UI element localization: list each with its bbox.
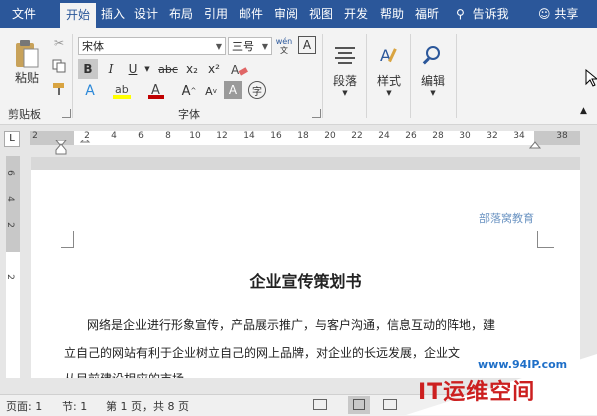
tell-me-box[interactable]: ⚲ 告诉我 [456,0,509,28]
status-section[interactable]: 节: 1 [62,398,87,414]
status-page-count[interactable]: 第 1 页，共 8 页 [106,398,189,414]
tab-review[interactable]: 审阅 [271,0,301,28]
tab-layout[interactable]: 布局 [166,0,196,28]
tab-view[interactable]: 视图 [306,0,336,28]
divider [322,34,323,118]
tab-design[interactable]: 设计 [131,0,161,28]
horizontal-ruler[interactable]: 2 2 4 6 8 10 12 14 16 18 20 22 24 26 28 … [30,131,580,145]
subscript-button[interactable]: x₂ [182,59,202,79]
user-icon: ☺ [538,7,551,21]
clipboard-icon [16,39,39,67]
enclose-characters-icon[interactable]: 字 [248,81,266,99]
chevron-down-icon: ▼ [261,42,268,51]
mouse-cursor-icon [585,69,597,87]
divider [72,34,73,118]
chevron-down-icon: ▼ [430,88,436,97]
svg-text:A: A [380,46,391,65]
chevron-down-icon[interactable]: ▼ [142,59,152,79]
indent-markers[interactable] [24,140,104,158]
divider [456,34,457,118]
read-mode-icon[interactable] [313,399,327,410]
underline-button[interactable]: U [124,59,142,79]
share-button[interactable]: ☺ 共享 [538,0,578,28]
italic-button[interactable]: I [101,59,121,79]
tab-foxit[interactable]: 福昕 [412,0,442,28]
tab-stop-selector[interactable]: L [4,131,20,147]
chevron-down-icon: ▼ [342,88,348,97]
svg-text:A: A [231,63,240,77]
chevron-down-icon: ▼ [215,42,222,51]
editing-button[interactable]: 编辑 ▼ [416,34,450,106]
paste-button[interactable]: 粘贴 [8,34,46,90]
font-launcher[interactable] [312,109,321,118]
tab-file[interactable]: 文件 [4,0,44,28]
clear-formatting-icon[interactable]: A [228,59,250,79]
paragraph-icon [335,46,355,64]
ribbon-tab-bar: 文件 开始 插入 设计 布局 引用 邮件 审阅 视图 开发 帮助 福昕 ⚲ 告诉… [0,0,597,28]
page-gap [31,157,580,170]
divider [410,34,411,118]
search-icon [422,45,440,65]
phonetic-guide-icon[interactable]: wén 文 [274,36,294,56]
tab-developer[interactable]: 开发 [341,0,371,28]
tab-mailings[interactable]: 邮件 [236,0,266,28]
search-icon: ⚲ [456,7,465,21]
superscript-button[interactable]: x² [204,59,224,79]
cut-icon[interactable]: ✂ [50,34,68,52]
tab-insert[interactable]: 插入 [98,0,128,28]
right-indent-marker[interactable] [528,140,542,154]
ribbon-home: 粘贴 ✂ 剪贴板 宋体 ▼ 三号 ▼ wén 文 A B I U ▼ abc x₂ x… [0,28,597,125]
format-painter-icon[interactable] [50,80,68,98]
font-group-label: 字体 [178,108,200,121]
character-shading-icon[interactable]: A [224,81,242,99]
header-corner-left [61,231,74,248]
strikethrough-button[interactable]: abc [156,59,180,79]
bold-button[interactable]: B [78,59,98,79]
character-border-icon[interactable]: A [298,36,316,54]
tab-help[interactable]: 帮助 [377,0,407,28]
vertical-ruler[interactable]: 6 4 2 2 [5,156,20,378]
grow-font-icon[interactable]: A ^ [180,81,198,101]
watermark-brand: IT运维空间 [418,380,536,405]
collapse-ribbon-icon[interactable]: ▲ [580,106,587,116]
svg-text:ab: ab [115,83,129,96]
document-page[interactable]: 部落窝教育 企业宣传策划书 网络是企业进行形象宣传，产品展示推广，与客户沟通，信… [31,170,580,378]
header-text: 部落窝教育 [479,212,534,225]
font-color-icon[interactable]: A [144,81,168,101]
divider [366,34,367,118]
styles-icon: A [380,46,397,65]
document-title: 企业宣传策划书 [249,272,362,291]
header-corner-right [537,231,554,248]
clipboard-group-label: 剪贴板 [8,108,41,121]
status-page[interactable]: 页面: 1 [6,398,42,414]
tab-home[interactable]: 开始 [60,3,96,28]
highlight-color-icon[interactable]: ab [110,81,134,101]
copy-icon[interactable] [50,57,68,75]
styles-button[interactable]: A 样式 ▼ [372,34,406,106]
watermark-url: www.94IP.com [478,358,568,371]
chevron-down-icon: ▼ [386,88,392,97]
font-name-combo[interactable]: 宋体 ▼ [78,37,226,55]
paragraph-button[interactable]: 段落 ▼ [328,34,362,106]
shrink-font-icon[interactable]: Av [202,81,220,101]
tab-references[interactable]: 引用 [201,0,231,28]
clipboard-launcher[interactable] [62,109,71,118]
font-size-combo[interactable]: 三号 ▼ [228,37,272,55]
text-effects-icon[interactable]: A [78,81,102,101]
paragraph-line: 网络是企业进行形象宣传，产品展示推广，与客户沟通，信息互动的阵地，建 [87,318,496,332]
